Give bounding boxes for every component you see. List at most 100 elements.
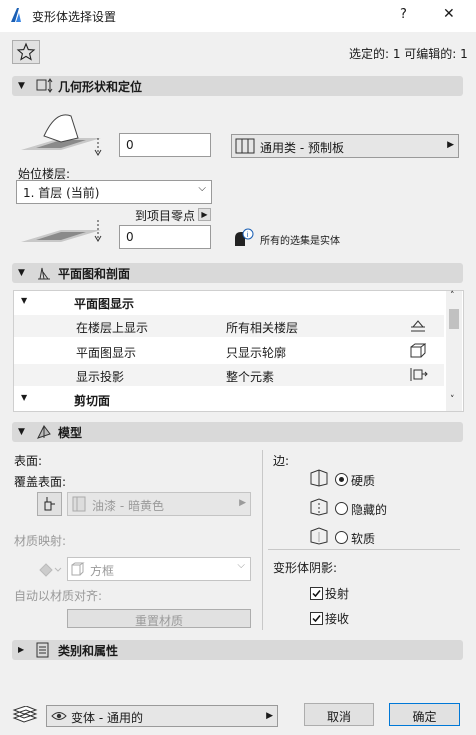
- check-icon: [312, 615, 321, 623]
- group-cut-plane: 剪切面: [74, 394, 111, 408]
- collapse-triangle-icon: ▼: [18, 81, 25, 91]
- favorites-button[interactable]: [12, 40, 40, 64]
- collapse-triangle-icon: ▼: [21, 296, 28, 305]
- surface-label: 表面:: [14, 454, 43, 468]
- receive-shadow-checkbox[interactable]: [310, 612, 323, 625]
- edge-soft-radio[interactable]: [335, 531, 348, 544]
- building-material-icon: [235, 138, 255, 154]
- scrollbar[interactable]: ˄ ˅: [446, 291, 462, 411]
- chevron-right-icon: ▶: [239, 498, 246, 508]
- section-model-title: 模型: [58, 426, 83, 440]
- table-row[interactable]: 在楼层上显示 所有相关楼层: [14, 315, 444, 337]
- plan-section-icon: [38, 267, 50, 280]
- outline-box-icon: [410, 343, 426, 358]
- edge-hidden-icon: [310, 498, 328, 516]
- building-material-select[interactable]: 通用类 - 预制板 ▶: [231, 134, 459, 158]
- auto-align-label: 自动以材质对齐:: [14, 589, 103, 603]
- help-button[interactable]: ?: [400, 7, 407, 22]
- bottom-offset-illustration: [21, 220, 102, 242]
- override-surface-toggle[interactable]: [37, 492, 62, 516]
- expand-triangle-icon: ▶: [18, 645, 25, 654]
- projection-icon: [410, 368, 428, 381]
- collapse-triangle-icon: ▼: [18, 268, 25, 278]
- section-plan-title: 平面图和剖面: [58, 267, 131, 281]
- chevron-down-icon: ⌵: [237, 560, 245, 571]
- row-value: 整个元素: [226, 370, 275, 384]
- edge-hard-icon: [310, 469, 328, 487]
- override-surface-label: 覆盖表面:: [14, 475, 67, 489]
- cast-shadow-checkbox[interactable]: [310, 587, 323, 600]
- geometry-icon: [36, 78, 53, 93]
- table-row[interactable]: 显示投影 整个元素: [14, 364, 444, 386]
- texture-mapping-icon: [39, 563, 62, 577]
- title-bar: 变形体选择设置 ? ✕: [0, 0, 476, 32]
- group-plan-display: 平面图显示: [74, 297, 135, 311]
- app-logo-icon: [8, 7, 24, 23]
- edge-hard-radio[interactable]: [335, 473, 348, 486]
- model-icon: [37, 425, 51, 439]
- window-title: 变形体选择设置: [32, 10, 117, 24]
- close-button[interactable]: ✕: [443, 6, 455, 22]
- home-story-value: 1. 首层 (当前): [23, 186, 100, 200]
- row-label: 平面图显示: [76, 346, 137, 360]
- home-story-select[interactable]: 1. 首层 (当前) ⌵: [16, 180, 212, 204]
- paint-bucket-icon: [44, 497, 55, 511]
- section-classification-title: 类别和属性: [58, 644, 119, 658]
- surface-swatch-icon: [72, 496, 86, 512]
- section-plan-header[interactable]: ▼ 平面图和剖面: [12, 263, 463, 283]
- edge-soft-label: 软质: [351, 532, 376, 546]
- collapse-triangle-icon: ▼: [18, 427, 25, 437]
- play-arrow-icon: ▶: [201, 210, 208, 219]
- ok-button[interactable]: 确定: [389, 703, 460, 726]
- bottom-offset-input[interactable]: 0: [119, 225, 211, 249]
- solid-note: 所有的选集是实体: [260, 236, 340, 247]
- edge-hard-label: 硬质: [351, 474, 376, 488]
- reset-texture-label: 重置材质: [134, 614, 183, 628]
- group-header[interactable]: ▼ 剪切面: [14, 388, 444, 410]
- selection-info: 选定的: 1 可编辑的: 1: [349, 47, 468, 61]
- row-label: 显示投影: [76, 370, 125, 384]
- section-geometry-title: 几何形状和定位: [58, 80, 143, 94]
- section-classification-header[interactable]: ▶ 类别和属性: [12, 640, 463, 660]
- section-model-header[interactable]: ▼ 模型: [12, 422, 463, 442]
- reset-texture-button[interactable]: 重置材质: [67, 609, 251, 628]
- plan-list: ▼ 平面图显示 在楼层上显示 所有相关楼层 平面图显示 只显示轮廓 显示投影 整…: [13, 290, 464, 412]
- cancel-button[interactable]: 取消: [304, 703, 374, 726]
- surface-select[interactable]: 油漆 - 暗黄色 ▶: [67, 492, 251, 516]
- surface-value: 油漆 - 暗黄色: [92, 499, 164, 513]
- receive-shadow-label: 接收: [325, 612, 350, 626]
- shadow-label: 变形体阴影:: [273, 561, 338, 575]
- scroll-up-icon[interactable]: ˄: [450, 291, 455, 301]
- project-zero-button[interactable]: ▶: [198, 208, 211, 221]
- floors-icon: [411, 320, 425, 332]
- group-header[interactable]: ▼ 平面图显示: [14, 291, 444, 313]
- chevron-right-icon: ▶: [266, 711, 273, 721]
- texture-mapping-select[interactable]: 方框 ⌵: [67, 557, 251, 581]
- edge-hidden-radio[interactable]: [335, 502, 348, 515]
- star-icon: [16, 42, 36, 61]
- row-label: 在楼层上显示: [76, 321, 149, 335]
- top-offset-illustration: [21, 114, 102, 156]
- svg-text:i: i: [247, 231, 249, 239]
- texture-mapping-value: 方框: [90, 564, 115, 578]
- top-offset-input[interactable]: 0: [119, 133, 211, 157]
- divider: [268, 549, 460, 550]
- table-row[interactable]: 平面图显示 只显示轮廓: [14, 340, 444, 362]
- cancel-label: 取消: [326, 710, 351, 724]
- project-zero-label: 到项目零点: [135, 209, 196, 223]
- row-value: 只显示轮廓: [226, 346, 287, 360]
- chevron-right-icon: ▶: [447, 140, 454, 150]
- texture-mapping-label: 材质映射:: [14, 534, 67, 548]
- chevron-down-icon: ⌵: [198, 183, 206, 194]
- scroll-down-icon[interactable]: ˅: [450, 395, 455, 405]
- section-geometry-header[interactable]: ▼ 几何形状和定位: [12, 76, 463, 96]
- edge-hidden-label: 隐藏的: [351, 503, 388, 517]
- collapse-triangle-icon: ▼: [21, 393, 28, 402]
- check-icon: [312, 590, 321, 598]
- edges-label: 边:: [273, 454, 290, 468]
- layers-icon: [12, 706, 38, 723]
- scrollbar-thumb[interactable]: [449, 309, 459, 329]
- classification-icon: [36, 642, 49, 658]
- row-value: 所有相关楼层: [226, 321, 299, 335]
- layer-select[interactable]: 变体 - 通用的 ▶: [46, 705, 278, 727]
